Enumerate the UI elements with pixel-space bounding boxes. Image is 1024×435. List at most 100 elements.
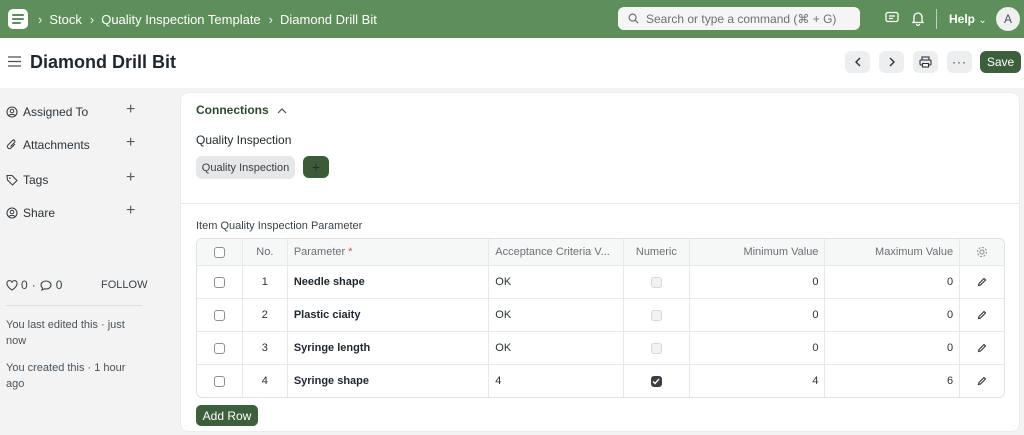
row-checkbox[interactable] xyxy=(213,342,225,354)
breadcrumb-current[interactable]: Diamond Drill Bit xyxy=(280,12,377,27)
heart-icon[interactable] xyxy=(6,279,18,291)
numeric-checkbox[interactable] xyxy=(650,375,662,387)
sidebar-item-label: Tags xyxy=(23,173,49,187)
sidebar-item-attachments[interactable]: Attachments + xyxy=(6,134,138,152)
chevron-right-icon: › xyxy=(268,11,274,27)
add-row-button[interactable]: Add Row xyxy=(196,405,258,426)
sidebar-item-label: Assigned To xyxy=(23,105,89,119)
row-numeric xyxy=(622,332,689,364)
comment-count: 0 xyxy=(55,278,63,292)
add-assignee-icon[interactable]: + xyxy=(126,101,135,119)
row-min-value[interactable]: 0 xyxy=(688,299,825,331)
menu-icon[interactable] xyxy=(8,56,21,67)
table-row[interactable]: 2 Plastic ciaity OK 0 0 xyxy=(197,298,1004,331)
breadcrumb-stock[interactable]: Stock xyxy=(49,12,82,27)
row-numeric xyxy=(622,299,689,331)
next-button[interactable] xyxy=(879,51,904,73)
row-no: 1 xyxy=(241,266,287,298)
breadcrumb-quality-inspection-template[interactable]: Quality Inspection Template xyxy=(101,12,260,27)
edit-icon[interactable] xyxy=(977,343,987,353)
quality-inspection-link[interactable]: Quality Inspection xyxy=(196,156,295,179)
breadcrumb: › Stock › Quality Inspection Template › … xyxy=(38,0,385,38)
sidebar-divider xyxy=(6,305,142,306)
follow-button[interactable]: FOLLOW xyxy=(101,279,147,291)
avatar[interactable]: A xyxy=(996,7,1020,31)
row-edit-cell xyxy=(959,365,1004,397)
table-row[interactable]: 1 Needle shape OK 0 0 xyxy=(197,265,1004,298)
row-no: 2 xyxy=(241,299,287,331)
row-checkbox[interactable] xyxy=(213,375,225,387)
row-max-value[interactable]: 0 xyxy=(824,266,959,298)
print-button[interactable] xyxy=(913,51,938,73)
add-tag-icon[interactable]: + xyxy=(126,169,135,187)
row-checkbox[interactable] xyxy=(213,276,225,288)
row-no: 3 xyxy=(241,332,287,364)
sidebar-item-tags[interactable]: Tags + xyxy=(6,169,138,187)
select-all-checkbox[interactable] xyxy=(213,246,225,258)
table-row[interactable]: 3 Syringe length OK 0 0 xyxy=(197,331,1004,364)
printer-icon xyxy=(919,56,932,68)
row-no: 4 xyxy=(241,365,287,397)
row-parameter[interactable]: Needle shape xyxy=(286,266,488,298)
table-row[interactable]: 4 Syringe shape 4 4 6 xyxy=(197,364,1004,397)
search-placeholder: Search or type a command (⌘ + G) xyxy=(646,11,837,26)
help-menu[interactable]: Help ⌄ xyxy=(949,12,987,26)
paperclip-icon xyxy=(6,139,20,151)
row-numeric xyxy=(622,266,689,298)
row-parameter[interactable]: Syringe length xyxy=(286,332,488,364)
search-input[interactable]: Search or type a command (⌘ + G) xyxy=(618,7,860,30)
chevron-right-icon: › xyxy=(89,11,95,27)
row-min-value[interactable]: 4 xyxy=(688,365,825,397)
numeric-checkbox[interactable] xyxy=(650,309,662,321)
sidebar-item-label: Attachments xyxy=(23,138,90,152)
save-button[interactable]: Save xyxy=(980,51,1021,73)
row-acceptance[interactable]: 4 xyxy=(488,365,623,397)
header-parameter: Parameter * xyxy=(286,239,488,265)
edit-icon[interactable] xyxy=(977,376,987,386)
numeric-checkbox[interactable] xyxy=(650,276,662,288)
row-min-value[interactable]: 0 xyxy=(688,332,825,364)
separator-dot: · xyxy=(31,278,36,292)
gear-icon[interactable] xyxy=(976,246,988,258)
connections-section-toggle[interactable]: Connections xyxy=(196,103,287,117)
numeric-checkbox[interactable] xyxy=(650,342,662,354)
more-options-button[interactable]: ··· xyxy=(947,51,972,73)
bell-icon[interactable] xyxy=(911,10,925,26)
header-no: No. xyxy=(241,239,287,265)
add-share-icon[interactable]: + xyxy=(126,202,135,220)
more-icon: ··· xyxy=(952,55,967,69)
sidebar-item-share[interactable]: Share + xyxy=(6,202,138,220)
row-acceptance[interactable]: OK xyxy=(488,299,623,331)
previous-button[interactable] xyxy=(845,51,870,73)
row-numeric xyxy=(622,365,689,397)
row-max-value[interactable]: 6 xyxy=(824,365,959,397)
edit-icon[interactable] xyxy=(977,310,987,320)
add-attachment-icon[interactable]: + xyxy=(126,134,135,152)
row-checkbox[interactable] xyxy=(213,309,225,321)
checkmark-icon xyxy=(652,378,660,385)
row-max-value[interactable]: 0 xyxy=(824,299,959,331)
share-user-icon xyxy=(6,207,20,219)
parameter-value: Syringe length xyxy=(293,342,371,354)
header-min-value: Minimum Value xyxy=(688,239,825,265)
add-quality-inspection-button[interactable]: + xyxy=(303,156,329,178)
sidebar-item-assigned-to[interactable]: Assigned To + xyxy=(6,101,138,119)
comment-icon[interactable] xyxy=(40,279,52,291)
row-acceptance[interactable]: OK xyxy=(488,266,623,298)
table-title: Item Quality Inspection Parameter xyxy=(196,220,363,232)
row-min-value[interactable]: 0 xyxy=(688,266,825,298)
row-edit-cell xyxy=(959,332,1004,364)
connections-title: Connections xyxy=(196,103,269,117)
app-logo-icon[interactable] xyxy=(8,9,28,29)
row-parameter[interactable]: Syringe shape xyxy=(286,365,488,397)
search-icon xyxy=(628,13,639,24)
row-max-value[interactable]: 0 xyxy=(824,332,959,364)
row-acceptance[interactable]: OK xyxy=(488,332,623,364)
plus-icon: + xyxy=(311,159,321,175)
row-parameter[interactable]: Plastic ciaity xyxy=(286,299,488,331)
row-select-cell xyxy=(197,332,242,364)
edit-icon[interactable] xyxy=(977,277,987,287)
row-select-cell xyxy=(197,266,242,298)
chevron-right-icon xyxy=(889,57,895,67)
chat-icon[interactable] xyxy=(884,10,900,26)
